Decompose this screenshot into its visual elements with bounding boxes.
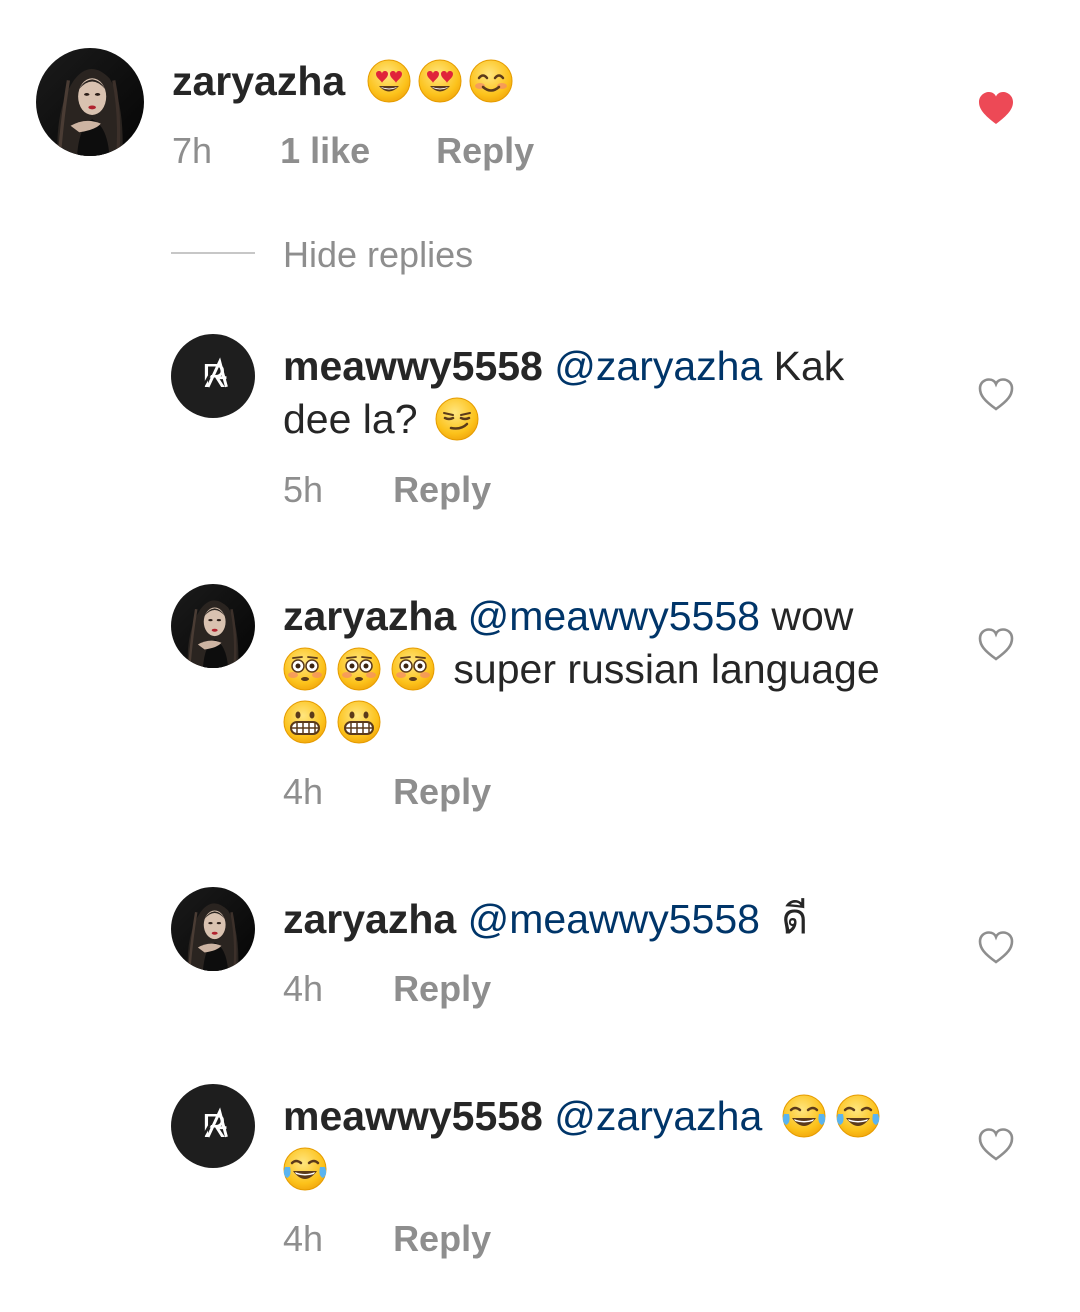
heart-eyes-emoji-icon [367, 59, 411, 103]
tears-of-joy-emoji-icon [782, 1094, 826, 1138]
reply-button[interactable]: Reply [393, 1218, 491, 1260]
likes-count[interactable]: 1 like [280, 130, 370, 172]
timestamp: 5h [283, 469, 324, 510]
reply-text: dee la? [283, 396, 418, 442]
like-heart-icon[interactable] [976, 375, 1016, 415]
mention-link[interactable]: @meawwy5558 [468, 593, 760, 639]
heart-eyes-emoji-icon [418, 59, 462, 103]
tears-of-joy-emoji-icon [283, 1147, 327, 1191]
reply-body: zaryazha @meawwy5558 wow super russian l… [283, 590, 963, 749]
mention-link[interactable]: @zaryazha [554, 343, 762, 389]
like-heart-icon[interactable] [976, 928, 1016, 968]
avatar-image [36, 48, 144, 156]
flushed-emoji-icon [283, 647, 327, 691]
grimace-emoji-icon [283, 700, 327, 744]
smirk-emoji-icon [435, 397, 479, 441]
smiling-blush-emoji-icon [469, 59, 513, 103]
avatar-image [171, 334, 255, 418]
tears-of-joy-emoji-icon [836, 1094, 880, 1138]
mention-link[interactable]: @zaryazha [554, 1093, 762, 1139]
reply-button[interactable]: Reply [436, 130, 534, 172]
reply-text: Kak [773, 343, 845, 389]
flushed-emoji-icon [337, 647, 381, 691]
avatar-image [171, 584, 255, 668]
reply-text: ดี [781, 896, 808, 942]
flushed-emoji-icon [391, 647, 435, 691]
reply-username[interactable]: zaryazha [283, 896, 456, 942]
avatar[interactable] [36, 48, 144, 156]
comment-username[interactable]: zaryazha [172, 58, 345, 104]
reply-meta: 4h Reply [283, 1218, 491, 1260]
reply-meta: 5h Reply [283, 469, 491, 511]
reply-username[interactable]: meawwy5558 [283, 1093, 543, 1139]
avatar-image [171, 1084, 255, 1168]
timestamp: 4h [283, 771, 324, 812]
reply-meta: 4h Reply [283, 968, 491, 1010]
reply-body: meawwy5558 @zaryazha [283, 1090, 963, 1196]
like-heart-icon[interactable] [976, 625, 1016, 665]
reply-username[interactable]: zaryazha [283, 593, 456, 639]
comment-meta: 7h 1 like Reply [172, 130, 534, 172]
reply-body: zaryazha @meawwy5558 ดี [283, 893, 963, 946]
timestamp: 4h [283, 1218, 324, 1259]
mention-link[interactable]: @meawwy5558 [468, 896, 760, 942]
reply-meta: 4h Reply [283, 771, 491, 813]
avatar[interactable] [171, 334, 255, 418]
timestamp: 4h [283, 968, 324, 1009]
avatar[interactable] [171, 887, 255, 971]
divider [171, 252, 255, 254]
liked-heart-icon[interactable] [976, 89, 1016, 129]
hide-replies-button[interactable]: Hide replies [283, 234, 473, 276]
reply-button[interactable]: Reply [393, 771, 491, 813]
grimace-emoji-icon [337, 700, 381, 744]
reply-button[interactable]: Reply [393, 968, 491, 1010]
reply-username[interactable]: meawwy5558 [283, 343, 543, 389]
avatar-image [171, 887, 255, 971]
reply-text: super russian language [453, 646, 880, 692]
avatar[interactable] [171, 584, 255, 668]
comment-body: zaryazha [172, 55, 520, 108]
avatar[interactable] [171, 1084, 255, 1168]
reply-text: wow [771, 593, 854, 639]
reply-body: meawwy5558 @zaryazha Kak dee la? [283, 340, 943, 446]
like-heart-icon[interactable] [976, 1125, 1016, 1165]
timestamp: 7h [172, 130, 213, 171]
reply-button[interactable]: Reply [393, 469, 491, 511]
